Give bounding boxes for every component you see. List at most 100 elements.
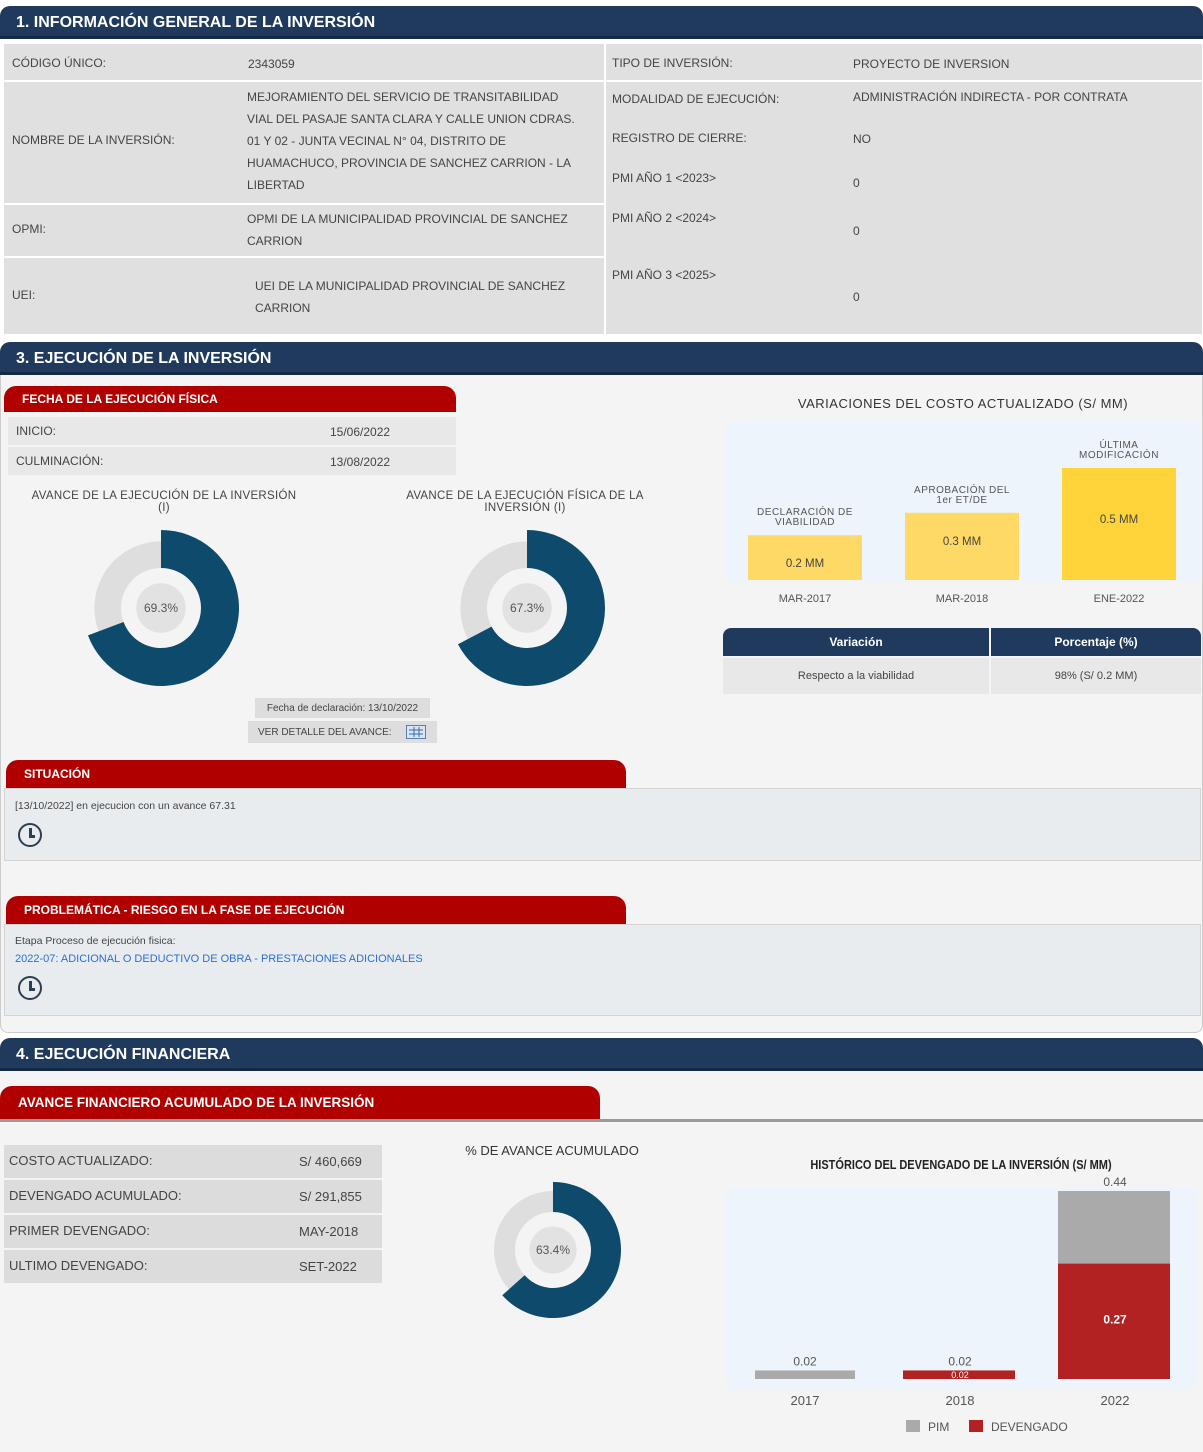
pmi2-value: 0 (853, 224, 860, 238)
x-tick-label: ENE-2022 (1094, 593, 1145, 605)
financiero-row: DEVENGADO ACUMULADO: S/ 291,855 (4, 1180, 382, 1213)
variaciones-title: VARIACIONES DEL COSTO ACTUALIZADO (S/ MM… (797, 396, 1129, 411)
title-line: AVANCE DE LA EJECUCIÓN FÍSICA DE LA (406, 490, 644, 502)
divider (0, 1119, 1203, 1122)
situacion-text: [13/10/2022] en ejecucion con un avance … (15, 800, 236, 812)
avance-financiero-tab: AVANCE FINANCIERO ACUMULADO DE LA INVERS… (0, 1086, 600, 1119)
pim-value-label: 0.02 (793, 1354, 817, 1368)
legend-swatch-devengado (969, 1420, 983, 1432)
title-line: (I) (158, 502, 170, 514)
legend-label: PIM (928, 1420, 949, 1434)
avance-inversion-donut: 69.3% (87, 530, 239, 686)
culminacion-value: 13/08/2022 (330, 455, 391, 469)
uei-label: UEI: (12, 288, 36, 302)
pim-value-label: 0.02 (948, 1354, 972, 1368)
avance-inversion-title: AVANCE DE LA EJECUCIÓN DE LA INVERSIÓN (… (4, 490, 324, 514)
fecha-declaracion: Fecha de declaración: 13/10/2022 (255, 698, 430, 718)
cost-bar-title: 1er ET/DE (936, 495, 987, 506)
inicio-value: 15/06/2022 (330, 425, 391, 439)
financiero-row: ULTIMO DEVENGADO: SET-2022 (4, 1250, 382, 1283)
section-4-header: 4. EJECUCIÓN FINANCIERA (0, 1038, 1203, 1071)
x-tick-label: 2022 (1101, 1393, 1130, 1408)
opmi-value: OPMI DE LA MUNICIPALIDAD PROVINCIAL DE S… (247, 208, 568, 252)
variacion-header: Variación (723, 628, 989, 656)
modalidad-value: ADMINISTRACIÓN INDIRECTA - POR CONTRATA (853, 90, 1128, 104)
codigo-value: 2343059 (248, 57, 295, 71)
legend-swatch-pim (906, 1420, 920, 1432)
pim-value-label: 0.44 (1103, 1175, 1127, 1189)
etapa-link[interactable]: 2022-07: ADICIONAL O DEDUCTIVO DE OBRA -… (15, 953, 423, 965)
problematica-panel (4, 924, 1201, 1016)
registro-label: REGISTRO DE CIERRE: (612, 131, 747, 145)
nombre-line: 01 Y 02 - JUNTA VECINAL N° 04, DISTRITO … (247, 134, 506, 148)
x-tick-label: MAR-2018 (936, 593, 989, 605)
fecha-tab-label: FECHA DE LA EJECUCIÓN FÍSICA (22, 392, 218, 406)
opmi-label: OPMI: (12, 222, 47, 236)
clock-icon (18, 823, 42, 847)
pmi2-label: PMI AÑO 2 <2024> (612, 211, 717, 225)
ver-detalle-button[interactable]: VER DETALLE DEL AVANCE: (248, 721, 437, 743)
x-tick-label: 2017 (791, 1393, 820, 1408)
historico-chart: 0.02 2017 0.02 0.02 2018 0.44 0.27 2022 PIM DEVEN… (725, 1175, 1197, 1434)
problematica-tab: PROBLEMÁTICA - RIESGO EN LA FASE DE EJEC… (6, 896, 626, 924)
section-1-title: 1. INFORMACIÓN GENERAL DE LA INVERSIÓN (16, 14, 376, 31)
cost-bar-title: MODIFICACIÓN (1079, 448, 1159, 461)
pim-bar (755, 1370, 855, 1379)
nombre-line: MEJORAMIENTO DEL SERVICIO DE TRANSITABIL… (247, 90, 559, 104)
opmi-line: OPMI DE LA MUNICIPALIDAD PROVINCIAL DE S… (247, 212, 568, 226)
respecto-value: 98% (S/ 0.2 MM) (991, 658, 1201, 694)
pmi1-label: PMI AÑO 1 <2023> (612, 171, 717, 185)
situacion-tab: SITUACIÓN (6, 760, 626, 788)
culminacion-label: CULMINACIÓN: (16, 454, 104, 468)
codigo-label: CÓDIGO ÚNICO: (12, 56, 107, 70)
section-3-header: 3. EJECUCIÓN DE LA INVERSIÓN (0, 342, 1203, 375)
title-line: INVERSIÓN (I) (484, 502, 566, 514)
nombre-line: LIBERTAD (247, 178, 305, 192)
donut-label: 67.3% (510, 601, 544, 615)
financiero-label: DEVENGADO ACUMULADO: (9, 1188, 182, 1203)
avance-fisica-title: AVANCE DE LA EJECUCIÓN FÍSICA DE LA INVE… (370, 490, 680, 514)
divider (4, 80, 604, 82)
situacion-panel (4, 788, 1201, 861)
cost-bar-value: 0.3 MM (943, 536, 981, 548)
nombre-line: VIAL DEL PASAJE SANTA CLARA Y CALLE UNIO… (247, 112, 575, 126)
divider (4, 203, 604, 205)
section-3-title: 3. EJECUCIÓN DE LA INVERSIÓN (16, 350, 272, 367)
uei-line: CARRION (255, 301, 311, 315)
devengado-value-label: 0.02 (951, 1370, 969, 1380)
donut-label: 63.4% (536, 1243, 570, 1257)
x-tick-label: MAR-2017 (779, 593, 832, 605)
pmi3-label: PMI AÑO 3 <2025> (612, 268, 717, 282)
financiero-row: COSTO ACTUALIZADO: S/ 460,669 (4, 1145, 382, 1178)
tipo-label: TIPO DE INVERSIÓN: (612, 56, 733, 70)
modalidad-label: MODALIDAD DE EJECUCIÓN: (612, 92, 780, 106)
divider (606, 80, 1202, 82)
opmi-line: CARRION (247, 234, 303, 248)
uei-line: UEI DE LA MUNICIPALIDAD PROVINCIAL DE SA… (255, 279, 566, 293)
respecto-label: Respecto a la viabilidad (723, 658, 989, 694)
financiero-value: S/ 291,855 (299, 1189, 362, 1204)
donut-label: 69.3% (144, 601, 178, 615)
divider (4, 256, 604, 258)
inicio-label: INICIO: (16, 424, 57, 438)
nombre-line: HUAMACHUCO, PROVINCIA DE SANCHEZ CARRION… (247, 156, 572, 170)
spreadsheet-icon[interactable] (406, 725, 426, 739)
porcentaje-header: Porcentaje (%) (991, 628, 1201, 656)
uei-value: UEI DE LA MUNICIPALIDAD PROVINCIAL DE SA… (255, 275, 565, 319)
nombre-value: MEJORAMIENTO DEL SERVICIO DE TRANSITABIL… (247, 86, 575, 196)
financiero-table: COSTO ACTUALIZADO: S/ 460,669 DEVENGADO AC… (4, 1145, 382, 1285)
pmi3-value: 0 (853, 290, 860, 304)
historico-title: HISTÓRICO DEL DEVENGADO DE LA INVERSIÓN … (810, 1158, 1112, 1172)
registro-value: NO (853, 132, 871, 146)
pmi1-value: 0 (853, 176, 860, 190)
pct-avance-title: % DE AVANCE ACUMULADO (465, 1143, 639, 1158)
tipo-value: PROYECTO DE INVERSION (853, 57, 1010, 71)
financiero-value: SET-2022 (299, 1259, 357, 1274)
section-1-header: 1. INFORMACIÓN GENERAL DE LA INVERSIÓN (0, 6, 1203, 39)
problematica-tab-label: PROBLEMÁTICA - RIESGO EN LA FASE DE EJEC… (24, 903, 345, 917)
devengado-value-label: 0.27 (1103, 1313, 1127, 1327)
situacion-tab-label: SITUACIÓN (24, 767, 90, 781)
etapa-text: Etapa Proceso de ejecución fisica: (15, 935, 176, 947)
financiero-value: S/ 460,669 (299, 1154, 362, 1169)
financiero-label: ULTIMO DEVENGADO: (9, 1258, 148, 1273)
